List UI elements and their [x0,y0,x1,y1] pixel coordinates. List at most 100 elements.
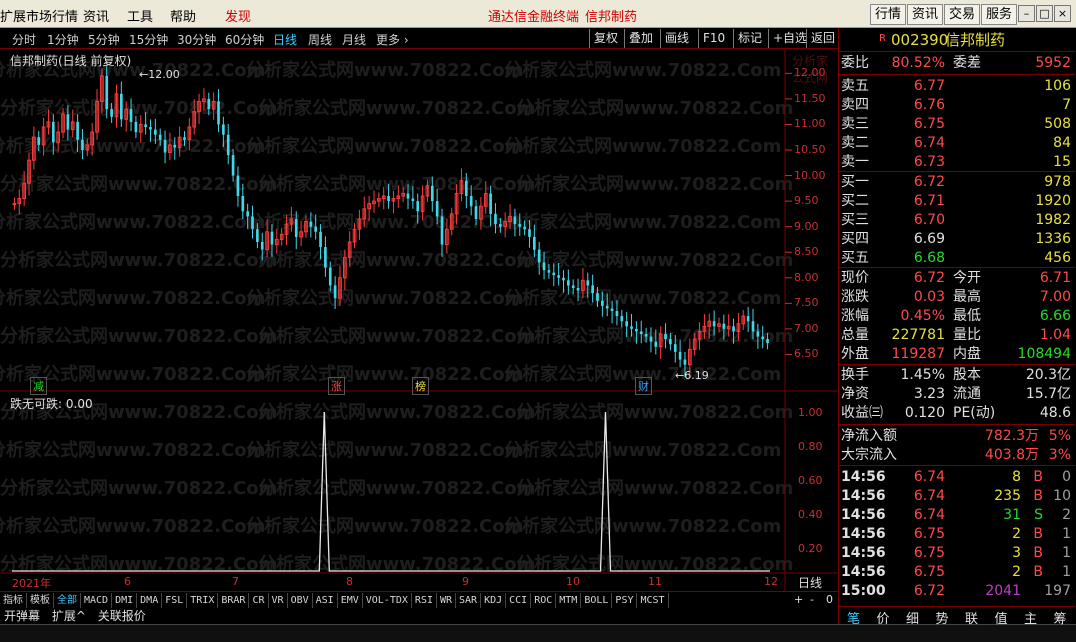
buy-level-row[interactable]: 买五 6.68 456 [839,249,1075,267]
price-axis-label: 7.00 [794,321,819,335]
period-tab-more[interactable]: 更多 › [376,31,409,48]
event-mark-limit-up[interactable]: 涨 [328,377,345,395]
draw-line-button[interactable]: 画线 [660,29,693,48]
panel-tab[interactable]: 值 [995,608,1008,627]
menu-info[interactable]: 资讯 [83,6,109,25]
indicator-tab-mtm[interactable]: MTM [556,593,582,609]
stat-value: 7.00 [1039,289,1071,305]
menu-help[interactable]: 帮助 [170,6,196,25]
panel-tab[interactable]: 势 [936,608,949,627]
indicator-tab-macd[interactable]: MACD [81,593,113,609]
indicator-tab-asi[interactable]: ASI [313,593,338,609]
info-nav-button[interactable]: 资讯 [907,4,944,25]
zoom-out-button[interactable]: - [810,593,814,606]
sell-level-row[interactable]: 卖四 6.76 7 [839,96,1075,114]
indicator-tab-boll[interactable]: BOLL [581,593,613,609]
menu-discover[interactable]: 发现 [225,6,251,25]
tick-row[interactable]: 14:56 6.75 3 B 1 [839,544,1075,562]
sell-level-row[interactable]: 卖五 6.77 106 [839,77,1075,95]
indicator-tab-kdj[interactable]: KDJ [481,593,507,609]
panel-tab[interactable]: 筹 [1054,608,1067,627]
zoom-controls: + - 0 [786,592,838,608]
candle-body [440,216,444,245]
indicator-tab-fsl[interactable]: FSL [162,593,188,609]
zoom-reset-button[interactable]: 0 [826,593,833,606]
candle-body [119,93,123,120]
close-button[interactable]: × [1054,5,1071,22]
indicator-tab-cci[interactable]: CCI [506,593,532,609]
indicator-tab-trix[interactable]: TRIX [187,593,219,609]
tick-row[interactable]: 14:56 6.75 2 B 1 [839,563,1075,581]
indicator-tab-emv[interactable]: EMV [338,593,363,609]
add-watchlist-button[interactable]: +自选 [768,29,811,48]
maximize-button[interactable]: □ [1036,5,1053,22]
period-tab-60min[interactable]: 60分钟 [225,31,264,48]
price-axis-label: 12.00 [794,66,826,80]
tick-row[interactable]: 14:56 6.74 235 B 10 [839,487,1075,505]
tick-row[interactable]: 14:56 6.74 8 B 0 [839,468,1075,486]
candle-body [552,272,556,276]
panel-tab[interactable]: 价 [877,608,890,627]
indicator-tab-roc[interactable]: ROC [531,593,557,609]
period-tab-5min[interactable]: 5分钟 [88,31,120,48]
back-button[interactable]: 返回 [806,29,839,48]
period-tab-15min[interactable]: 15分钟 [129,31,168,48]
period-tab-weekly[interactable]: 周线 [308,31,332,48]
buy-level-row[interactable]: 买四 6.69 1336 [839,230,1075,248]
panel-tab[interactable]: 细 [906,608,919,627]
candle-body [260,242,264,250]
indicator-tab--[interactable]: 全部 [54,593,81,609]
panel-tab[interactable]: 笔 [847,608,860,627]
indicator-tab-vol-tdx[interactable]: VOL-TDX [363,593,412,609]
period-tab-intraday[interactable]: 分时 [12,31,36,48]
menu-tools[interactable]: 工具 [127,6,153,25]
indicator-tab-vr[interactable]: VR [269,593,288,609]
sell-level-row[interactable]: 卖一 6.73 15 [839,153,1075,171]
panel-tab[interactable]: 联 [965,608,978,627]
indicator-tab--[interactable]: 指标 [0,593,27,609]
indicator-tab-psy[interactable]: PSY [612,593,638,609]
indicator-tab-cr[interactable]: CR [249,593,269,609]
event-mark-rank[interactable]: 榜 [412,377,429,395]
menu-extended-market[interactable]: 扩展市场行情 [0,6,78,25]
buy-level-row[interactable]: 买三 6.70 1982 [839,211,1075,229]
buy-level-row[interactable]: 买一 6.72 978 [839,173,1075,191]
tick-row[interactable]: 14:56 6.74 31 S 2 [839,506,1075,524]
sell-level-row[interactable]: 卖二 6.74 84 [839,134,1075,152]
indicator-tab--[interactable]: 模板 [27,593,54,609]
tick-row[interactable]: 15:00 6.72 2041 197 [839,582,1075,600]
overlay-button[interactable]: 叠加 [624,29,657,48]
related-quote-button[interactable]: 关联报价 [94,608,150,624]
indicator-tab-brar[interactable]: BRAR [218,593,250,609]
period-tab-30min[interactable]: 30分钟 [177,31,216,48]
service-nav-button[interactable]: 服务 [981,4,1018,25]
expand-toggle[interactable]: 扩展^ [48,608,90,624]
indicator-tab-dma[interactable]: DMA [137,593,163,609]
tick-row[interactable]: 14:56 6.75 2 B 1 [839,525,1075,543]
sell-level-row[interactable]: 卖三 6.75 508 [839,115,1075,133]
event-mark-finance[interactable]: 财 [635,377,652,395]
trade-nav-button[interactable]: 交易 [944,4,981,25]
adjust-button[interactable]: 复权 [589,29,622,48]
panel-tab[interactable]: 主 [1024,608,1037,627]
candle-body [620,316,624,322]
indicator-tab-mcst[interactable]: MCST [637,593,669,609]
period-tab-1min[interactable]: 1分钟 [47,31,79,48]
mark-button[interactable]: 标记 [733,29,766,48]
chart-area[interactable]: 分析家公式网www.70822.Com 分析家公式网www.70822.Com 分析… [0,50,838,591]
danmaku-toggle[interactable]: 开弹幕 [0,608,44,624]
quote-nav-button[interactable]: 行情 [870,4,907,25]
buy-level-row[interactable]: 买二 6.71 1920 [839,192,1075,210]
indicator-tab-wr[interactable]: WR [437,593,457,609]
indicator-tab-rsi[interactable]: RSI [412,593,437,609]
minimize-button[interactable]: – [1018,5,1035,22]
period-tab-daily[interactable]: 日线 [273,31,297,48]
candle-body [664,334,667,340]
event-mark-reduce[interactable]: 减 [30,377,47,395]
indicator-tab-sar[interactable]: SAR [456,593,482,609]
f10-button[interactable]: F10 [698,29,729,48]
zoom-in-button[interactable]: + [794,593,803,606]
indicator-tab-obv[interactable]: OBV [288,593,313,609]
indicator-tab-dmi[interactable]: DMI [112,593,138,609]
period-tab-monthly[interactable]: 月线 [342,31,366,48]
